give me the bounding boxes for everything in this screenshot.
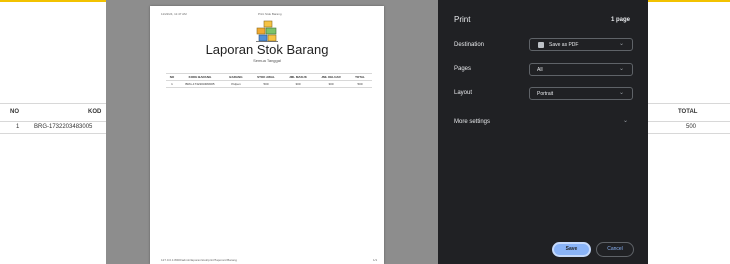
layout-label: Layout xyxy=(454,90,473,96)
column-header-total: TOTAL xyxy=(348,73,372,81)
pages-value: All xyxy=(537,67,543,73)
column-header-stok-awal: STOK AWAL xyxy=(250,73,282,81)
column-header-jml-keluar: JML KELUAR xyxy=(314,73,348,81)
cell-total: 500 xyxy=(348,80,372,88)
column-header-no: NO xyxy=(166,73,178,81)
print-settings-panel: Print 1 page Destination Save as PDF ⌄ P… xyxy=(438,0,648,264)
background-header-kode: KOD xyxy=(88,109,102,115)
more-settings-toggle[interactable]: More settings xyxy=(454,119,490,125)
chevron-down-icon: ⌄ xyxy=(618,66,624,72)
cell-no: 1 xyxy=(166,80,178,88)
cell-jml-masuk: 300 xyxy=(282,80,314,88)
destination-select[interactable]: Save as PDF ⌄ xyxy=(529,38,633,51)
table-row: 1 BRG-1732203483005 Pulpen 500 300 300 5… xyxy=(166,80,372,88)
chevron-down-icon: ⌄ xyxy=(618,90,624,96)
pdf-file-icon xyxy=(538,42,544,48)
report-table-header-row: NO KODE BARANG BARANG STOK AWAL JML MASU… xyxy=(166,73,372,81)
layout-value: Portrait xyxy=(537,91,554,97)
background-header-total: TOTAL xyxy=(678,109,698,115)
pages-select[interactable]: All ⌄ xyxy=(529,63,633,76)
cancel-button[interactable]: Cancel xyxy=(596,242,634,257)
report-table: NO KODE BARANG BARANG STOK AWAL JML MASU… xyxy=(166,73,372,88)
page-count: 1 page xyxy=(610,17,630,23)
column-header-barang: BARANG xyxy=(222,73,250,81)
chevron-down-icon[interactable]: ⌄ xyxy=(623,117,628,124)
save-button[interactable]: Save xyxy=(552,242,591,257)
chevron-down-icon: ⌄ xyxy=(618,41,624,47)
report-title: Laporan Stok Barang xyxy=(205,42,329,57)
report-subtitle: Semua Tanggal xyxy=(253,58,281,63)
preview-page: 11/22/24, 11:47 AM Print Stok Barang Lap… xyxy=(150,6,384,264)
background-row-no: 1 xyxy=(16,124,20,130)
column-header-jml-masuk: JML MASUK xyxy=(282,73,314,81)
layout-select[interactable]: Portrait ⌄ xyxy=(529,87,633,100)
cell-kode-barang: BRG-1732203483005 xyxy=(178,80,222,88)
background-header-no: NO xyxy=(10,109,19,115)
page-footer-page-number: 1/1 xyxy=(373,258,378,262)
page-header-title: Print Stok Barang xyxy=(258,12,282,16)
cell-jml-keluar: 300 xyxy=(314,80,348,88)
cell-barang: Pulpen xyxy=(222,80,250,88)
page-header-datetime: 11/22/24, 11:47 AM xyxy=(161,12,187,16)
destination-label: Destination xyxy=(454,42,485,48)
destination-value: Save as PDF xyxy=(549,42,579,48)
background-row-code: BRG-1732203483005 xyxy=(34,124,93,130)
column-header-kode-barang: KODE BARANG xyxy=(178,73,222,81)
page-footer-url: 127.0.0.1:8000/admin/laporan/stok/print?… xyxy=(161,258,237,262)
pages-label: Pages xyxy=(454,66,472,72)
cell-stok-awal: 500 xyxy=(250,80,282,88)
print-title: Print xyxy=(454,15,471,24)
warehouse-boxes-icon xyxy=(256,20,278,42)
background-row-total: 500 xyxy=(686,124,697,130)
